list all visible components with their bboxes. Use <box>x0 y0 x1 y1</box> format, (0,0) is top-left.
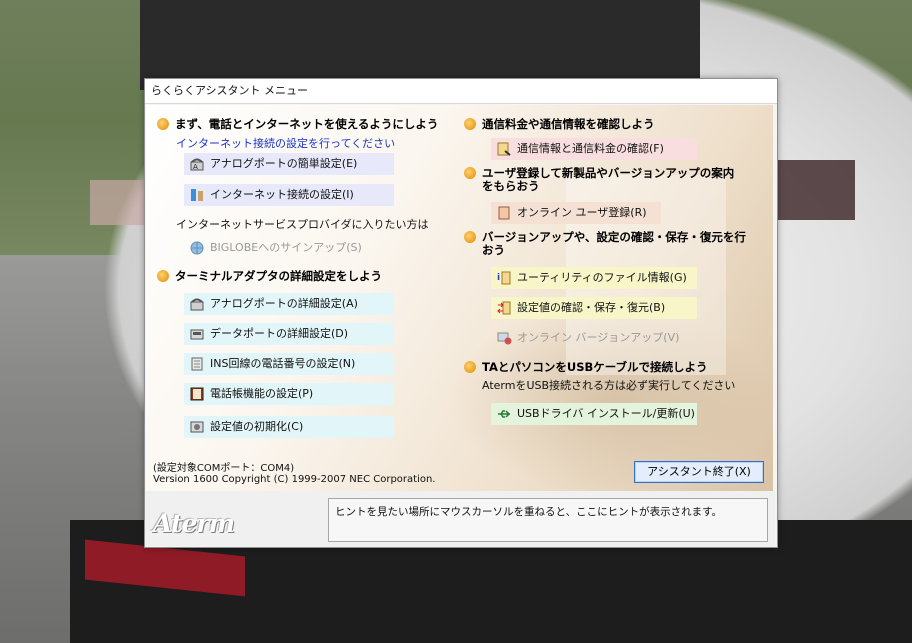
section-subtitle-internet: インターネット接続の設定を行ってください <box>176 137 396 150</box>
biglobe-signup-button[interactable]: BIGLOBEへのサインアップ(S) <box>184 237 394 259</box>
bullet-icon <box>157 118 169 130</box>
section-title-version-up: バージョンアップや、設定の確認・保存・復元を行 おう <box>464 231 746 257</box>
window-title: らくらくアシスタント メニュー <box>145 79 777 104</box>
bullet-icon <box>464 118 476 130</box>
com-port-label: (設定対象COMポート：COM4) <box>153 463 295 474</box>
internet-connection-setup-button[interactable]: インターネット接続の設定(I) <box>184 184 394 206</box>
fee-info-icon <box>497 142 511 156</box>
section-title-usage-info: 通信料金や通信情報を確認しよう <box>464 116 655 132</box>
data-port-detail-button[interactable]: データポートの詳細設定(D) <box>184 323 394 345</box>
online-user-registration-button[interactable]: オンライン ユーザ登録(R) <box>491 202 661 224</box>
section-title-user-registration: ユーザ登録して新製品やバージョンアップの案内 をもらおう <box>464 167 734 193</box>
bullet-icon <box>464 361 476 373</box>
analog-port-simple-setup-button[interactable]: A アナログポートの簡単設定(E) <box>184 153 394 175</box>
section-title-phone-internet: まず、電話とインターネットを使えるようにしよう <box>157 116 438 132</box>
svg-text:i: i <box>497 273 500 283</box>
aterm-logo: Aterm <box>153 509 235 538</box>
exit-assistant-button[interactable]: アシスタント終了(X) <box>634 461 764 483</box>
phone-detail-icon <box>190 298 204 311</box>
bullet-icon <box>464 167 476 179</box>
usb-icon <box>498 410 511 418</box>
reset-icon <box>190 421 204 433</box>
phonebook-icon <box>190 387 204 401</box>
section-title-usb: TAとパソコンをUSBケーブルで接続しよう <box>464 359 708 375</box>
analog-port-detail-button[interactable]: アナログポートの詳細設定(A) <box>184 293 394 315</box>
ins-line-icon <box>191 357 203 371</box>
settings-backup-restore-button[interactable]: 設定値の確認・保存・復元(B) <box>491 297 697 319</box>
menu-panel: まず、電話とインターネットを使えるようにしよう インターネット接続の設定を行って… <box>146 105 773 491</box>
phonebook-setup-button[interactable]: 電話帳機能の設定(P) <box>184 383 394 405</box>
registration-icon <box>498 206 510 220</box>
reset-settings-button[interactable]: 設定値の初期化(C) <box>184 416 394 438</box>
bullet-icon <box>464 231 476 243</box>
backup-restore-icon <box>497 301 511 315</box>
utility-file-info-button[interactable]: i ユーティリティのファイル情報(G) <box>491 267 697 289</box>
bullet-icon <box>157 270 169 282</box>
hint-box: ヒントを見たい場所にマウスカーソルを重ねると、ここにヒントが表示されます。 <box>328 498 768 542</box>
assistant-window: らくらくアシスタント メニュー まず、電話とインターネットを使えるようにしよう … <box>144 78 778 548</box>
section-title-terminal-adapter: ターミナルアダプタの詳細設定をしよう <box>157 268 382 284</box>
version-copyright: Version 1600 Copyright (C) 1999-2007 NEC… <box>153 474 436 485</box>
monitor-globe-icon <box>497 332 512 345</box>
info-icon: i <box>497 271 511 285</box>
usb-driver-install-button[interactable]: USBドライバ インストール/更新(U) <box>491 403 697 425</box>
usage-fee-check-button[interactable]: 通信情報と通信料金の確認(F) <box>491 138 697 160</box>
ins-phone-number-button[interactable]: INS回線の電話番号の設定(N) <box>184 353 394 375</box>
data-port-icon <box>190 329 204 340</box>
globe-icon <box>190 241 204 255</box>
online-version-up-button[interactable]: オンライン バージョンアップ(V) <box>491 327 697 349</box>
network-icon <box>191 189 203 201</box>
status-area: Aterm ヒントを見たい場所にマウスカーソルを重ねると、ここにヒントが表示され… <box>145 491 775 546</box>
usb-note: AtermをUSB接続される方は必ず実行してください <box>482 379 736 392</box>
svg-text:A: A <box>193 163 198 171</box>
isp-note: インターネットサービスプロバイダに入りたい方は <box>176 218 429 231</box>
phone-setup-icon: A <box>190 158 204 171</box>
